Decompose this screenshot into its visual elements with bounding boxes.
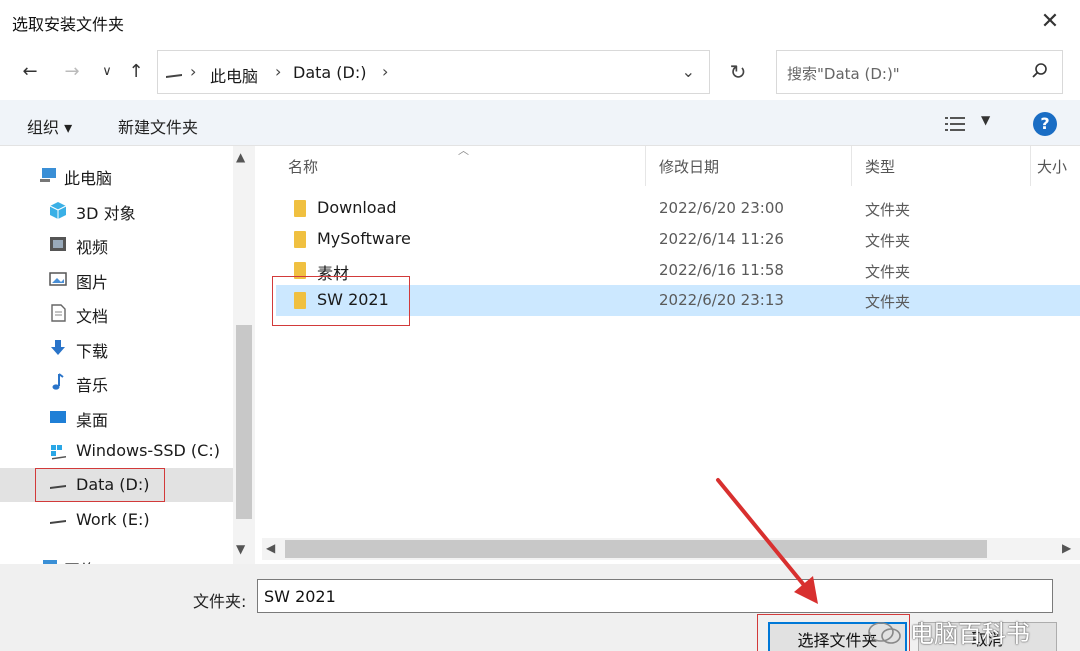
column-divider [645, 146, 646, 186]
sidebar-item-desktop[interactable]: 桌面 [0, 400, 233, 434]
cube-icon [49, 202, 67, 219]
sidebar-scrollbar-thumb[interactable] [236, 325, 252, 519]
sidebar-item-label: 3D 对象 [76, 204, 136, 223]
title-bar: 选取安装文件夹 ✕ [0, 0, 1080, 44]
help-icon[interactable]: ? [1033, 112, 1057, 136]
sidebar-item-this-pc[interactable]: 此电脑 [0, 158, 233, 192]
file-date: 2022/6/20 23:13 [659, 291, 784, 309]
sidebar-item-windows-ssd-c[interactable]: Windows-SSD (C:) [0, 434, 233, 468]
address-bar[interactable]: › 此电脑 › Data (D:) › ⌄ [157, 50, 710, 94]
music-icon [52, 373, 64, 390]
folder-icon [294, 231, 306, 248]
sidebar-item-pictures[interactable]: 图片 [0, 262, 233, 296]
file-name: MySoftware [317, 229, 411, 248]
new-folder-button[interactable]: 新建文件夹 [118, 114, 198, 138]
column-header-name[interactable]: 名称 [288, 156, 318, 177]
view-dropdown-icon[interactable]: ▼ [981, 113, 990, 127]
sidebar-item-videos[interactable]: 视频 [0, 227, 233, 261]
drive-icon [50, 520, 66, 524]
sidebar-item-label: 视频 [76, 238, 109, 257]
file-name: Download [317, 198, 397, 217]
forward-arrow-icon[interactable]: → [60, 60, 84, 84]
view-options-icon[interactable] [944, 114, 968, 134]
column-header-size[interactable]: 大小 [1037, 156, 1067, 177]
wechat-logo-icon [868, 622, 901, 644]
download-icon [51, 340, 65, 355]
sort-ascending-icon: ︿ [458, 146, 469, 157]
column-divider [851, 146, 852, 186]
up-arrow-icon[interactable]: ↑ [124, 60, 148, 84]
column-header-type[interactable]: 类型 [865, 156, 895, 177]
scroll-right-icon[interactable]: ▶ [1062, 541, 1071, 555]
folder-name-input[interactable] [257, 579, 1053, 613]
organize-menu-button[interactable]: 组织 ▾ [27, 114, 72, 138]
table-row[interactable]: MySoftware 2022/6/14 11:26 文件夹 [276, 224, 1080, 255]
close-icon[interactable]: ✕ [1036, 8, 1064, 36]
search-icon[interactable] [1030, 61, 1050, 81]
sidebar-item-downloads[interactable]: 下载 [0, 331, 233, 365]
sidebar-item-work-e[interactable]: Work (E:) [0, 503, 233, 537]
breadcrumb-this-pc[interactable]: 此电脑 [210, 63, 258, 87]
sidebar-item-label: 文档 [76, 307, 109, 326]
column-header-date[interactable]: 修改日期 [659, 156, 719, 177]
file-date: 2022/6/20 23:00 [659, 199, 784, 217]
drive-icon [166, 74, 182, 78]
sidebar-item-label: 下载 [76, 342, 109, 361]
breadcrumb-separator: › [382, 62, 389, 81]
search-box[interactable]: 搜索"Data (D:)" [776, 50, 1063, 94]
sidebar-item-network[interactable]: 网络 [0, 550, 233, 564]
recent-locations-chevron-icon[interactable]: ∨ [98, 60, 116, 84]
highlight-box [272, 276, 410, 326]
windows-drive-icon [51, 445, 66, 460]
file-type: 文件夹 [865, 293, 911, 311]
folder-icon [294, 200, 306, 217]
watermark-text: 电脑百科书 [910, 620, 1030, 648]
scroll-up-icon[interactable]: ▲ [236, 150, 245, 164]
breadcrumb-separator: › [190, 62, 197, 81]
file-list: ︿ 名称 修改日期 类型 大小 Download 2022/6/20 23:00… [262, 146, 1080, 538]
sidebar-item-label: 桌面 [76, 411, 109, 430]
sidebar-item-label: Windows-SSD (C:) [76, 441, 220, 460]
back-arrow-icon[interactable]: ← [18, 60, 42, 84]
network-icon [43, 560, 57, 564]
sidebar-item-documents[interactable]: 文档 [0, 296, 233, 330]
refresh-icon[interactable]: ↻ [716, 50, 760, 94]
address-dropdown-chevron-icon[interactable]: ⌄ [682, 62, 695, 81]
sidebar-item-label: 图片 [76, 273, 109, 292]
file-type: 文件夹 [865, 232, 911, 250]
document-icon [51, 304, 66, 322]
desktop-icon [50, 411, 66, 423]
file-type: 文件夹 [865, 263, 911, 281]
search-placeholder: 搜索"Data (D:)" [787, 65, 900, 83]
table-row[interactable]: Download 2022/6/20 23:00 文件夹 [276, 193, 1080, 224]
sidebar-item-label: 此电脑 [64, 169, 113, 188]
highlight-box [35, 468, 165, 502]
scroll-down-icon[interactable]: ▼ [236, 542, 245, 556]
scroll-left-icon[interactable]: ◀ [266, 541, 275, 555]
column-divider [1030, 146, 1031, 186]
sidebar-item-music[interactable]: 音乐 [0, 365, 233, 399]
video-icon [50, 237, 66, 251]
command-toolbar: 组织 ▾ 新建文件夹 [0, 100, 1080, 146]
sidebar-item-label: 音乐 [76, 376, 109, 395]
sidebar-item-3d-objects[interactable]: 3D 对象 [0, 193, 233, 227]
sidebar-item-label: Work (E:) [76, 510, 150, 529]
breadcrumb-separator: › [275, 62, 282, 81]
file-type: 文件夹 [865, 201, 911, 219]
window-title: 选取安装文件夹 [12, 15, 125, 34]
sidebar-item-label: 网络 [64, 557, 96, 564]
computer-icon [40, 168, 56, 182]
annotation-arrow-icon [716, 478, 818, 604]
file-date: 2022/6/16 11:58 [659, 261, 784, 279]
horizontal-scrollbar-thumb[interactable] [285, 540, 987, 558]
file-date: 2022/6/14 11:26 [659, 230, 784, 248]
picture-icon [49, 272, 67, 286]
folder-field-label: 文件夹: [193, 592, 247, 611]
breadcrumb-data-d[interactable]: Data (D:) [293, 63, 366, 82]
